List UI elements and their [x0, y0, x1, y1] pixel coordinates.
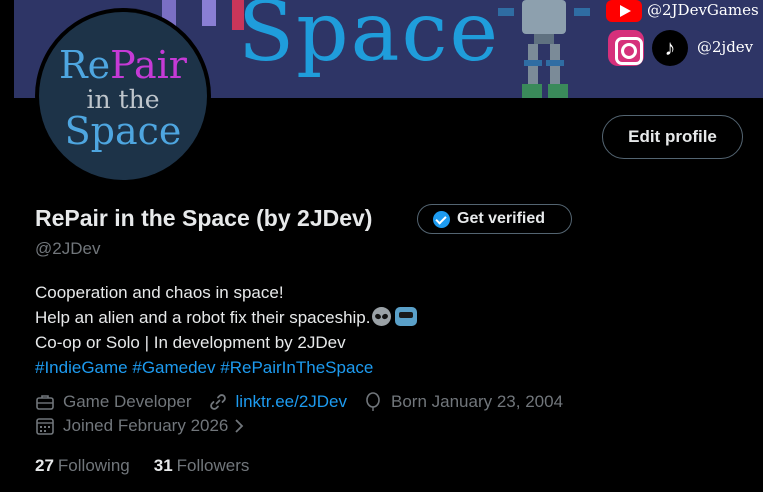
follow-stats: 27 Following 31 Followers [35, 456, 249, 476]
link-icon [209, 394, 226, 410]
edit-profile-button[interactable]: Edit profile [602, 115, 743, 159]
bio-line: Cooperation and chaos in space! [35, 283, 284, 302]
bio-line-with-emoji: Help an alien and a robot fix their spac… [35, 305, 418, 330]
display-name: RePair in the Space (by 2JDev) [35, 205, 373, 231]
youtube-handle: @2JDevGames [647, 1, 759, 19]
bio-hashtags: #IndieGame #Gamedev #RePairInTheSpace [35, 355, 417, 380]
chevron-right-icon [235, 419, 244, 433]
get-verified-button[interactable]: Get verified [417, 204, 572, 234]
robot-figure-illustration [498, 0, 590, 98]
calendar-icon [36, 418, 54, 435]
robot-emoji-icon [395, 307, 418, 326]
banner-title: Space [238, 0, 501, 80]
avatar-logo-line1: RePair [39, 46, 207, 84]
hashtag-link[interactable]: #RePairInTheSpace [220, 358, 373, 377]
bio-line: Help an alien and a robot fix their spac… [35, 308, 371, 327]
username-handle: @2JDev [35, 239, 101, 258]
avatar-logo-pair: Pair [110, 43, 187, 87]
briefcase-icon [36, 395, 54, 410]
hashtag-link[interactable]: #IndieGame [35, 358, 128, 377]
profile-meta-row: Game Developer linktr.ee/2JDev Born Janu… [35, 392, 563, 412]
social-handle: @2jdev [697, 38, 754, 56]
following-label: Following [57, 456, 130, 475]
avatar-logo: RePair in the Space [39, 12, 207, 180]
balloon-icon [366, 392, 380, 411]
following-count: 27 [35, 456, 54, 475]
bio-line: Co-op or Solo | In development by 2JDev [35, 333, 346, 352]
following-link[interactable]: 27 Following [35, 456, 130, 476]
avatar-logo-line3: Space [64, 109, 182, 153]
followers-link[interactable]: 31 Followers [154, 456, 250, 476]
website-link[interactable]: linktr.ee/2JDev [236, 392, 348, 412]
followers-count: 31 [153, 456, 173, 475]
profile-bio: Cooperation and chaos in space! Help an … [35, 280, 418, 380]
joined-row[interactable]: Joined February 2026 [35, 416, 244, 436]
verified-badge-icon [433, 210, 450, 228]
avatar[interactable]: RePair in the Space [35, 8, 211, 184]
instagram-icon [608, 30, 644, 66]
tiktok-icon: ♪ [652, 30, 688, 66]
alien-emoji-icon [372, 307, 392, 326]
birth-date: Born January 23, 2004 [391, 392, 564, 411]
avatar-logo-re: Re [59, 43, 111, 87]
hashtag-link[interactable]: #Gamedev [132, 358, 215, 377]
joined-date: Joined February 2026 [63, 416, 229, 435]
youtube-icon [606, 0, 642, 22]
followers-label: Followers [176, 456, 250, 475]
profile-category: Game Developer [63, 392, 192, 411]
get-verified-label: Get verified [457, 210, 546, 227]
